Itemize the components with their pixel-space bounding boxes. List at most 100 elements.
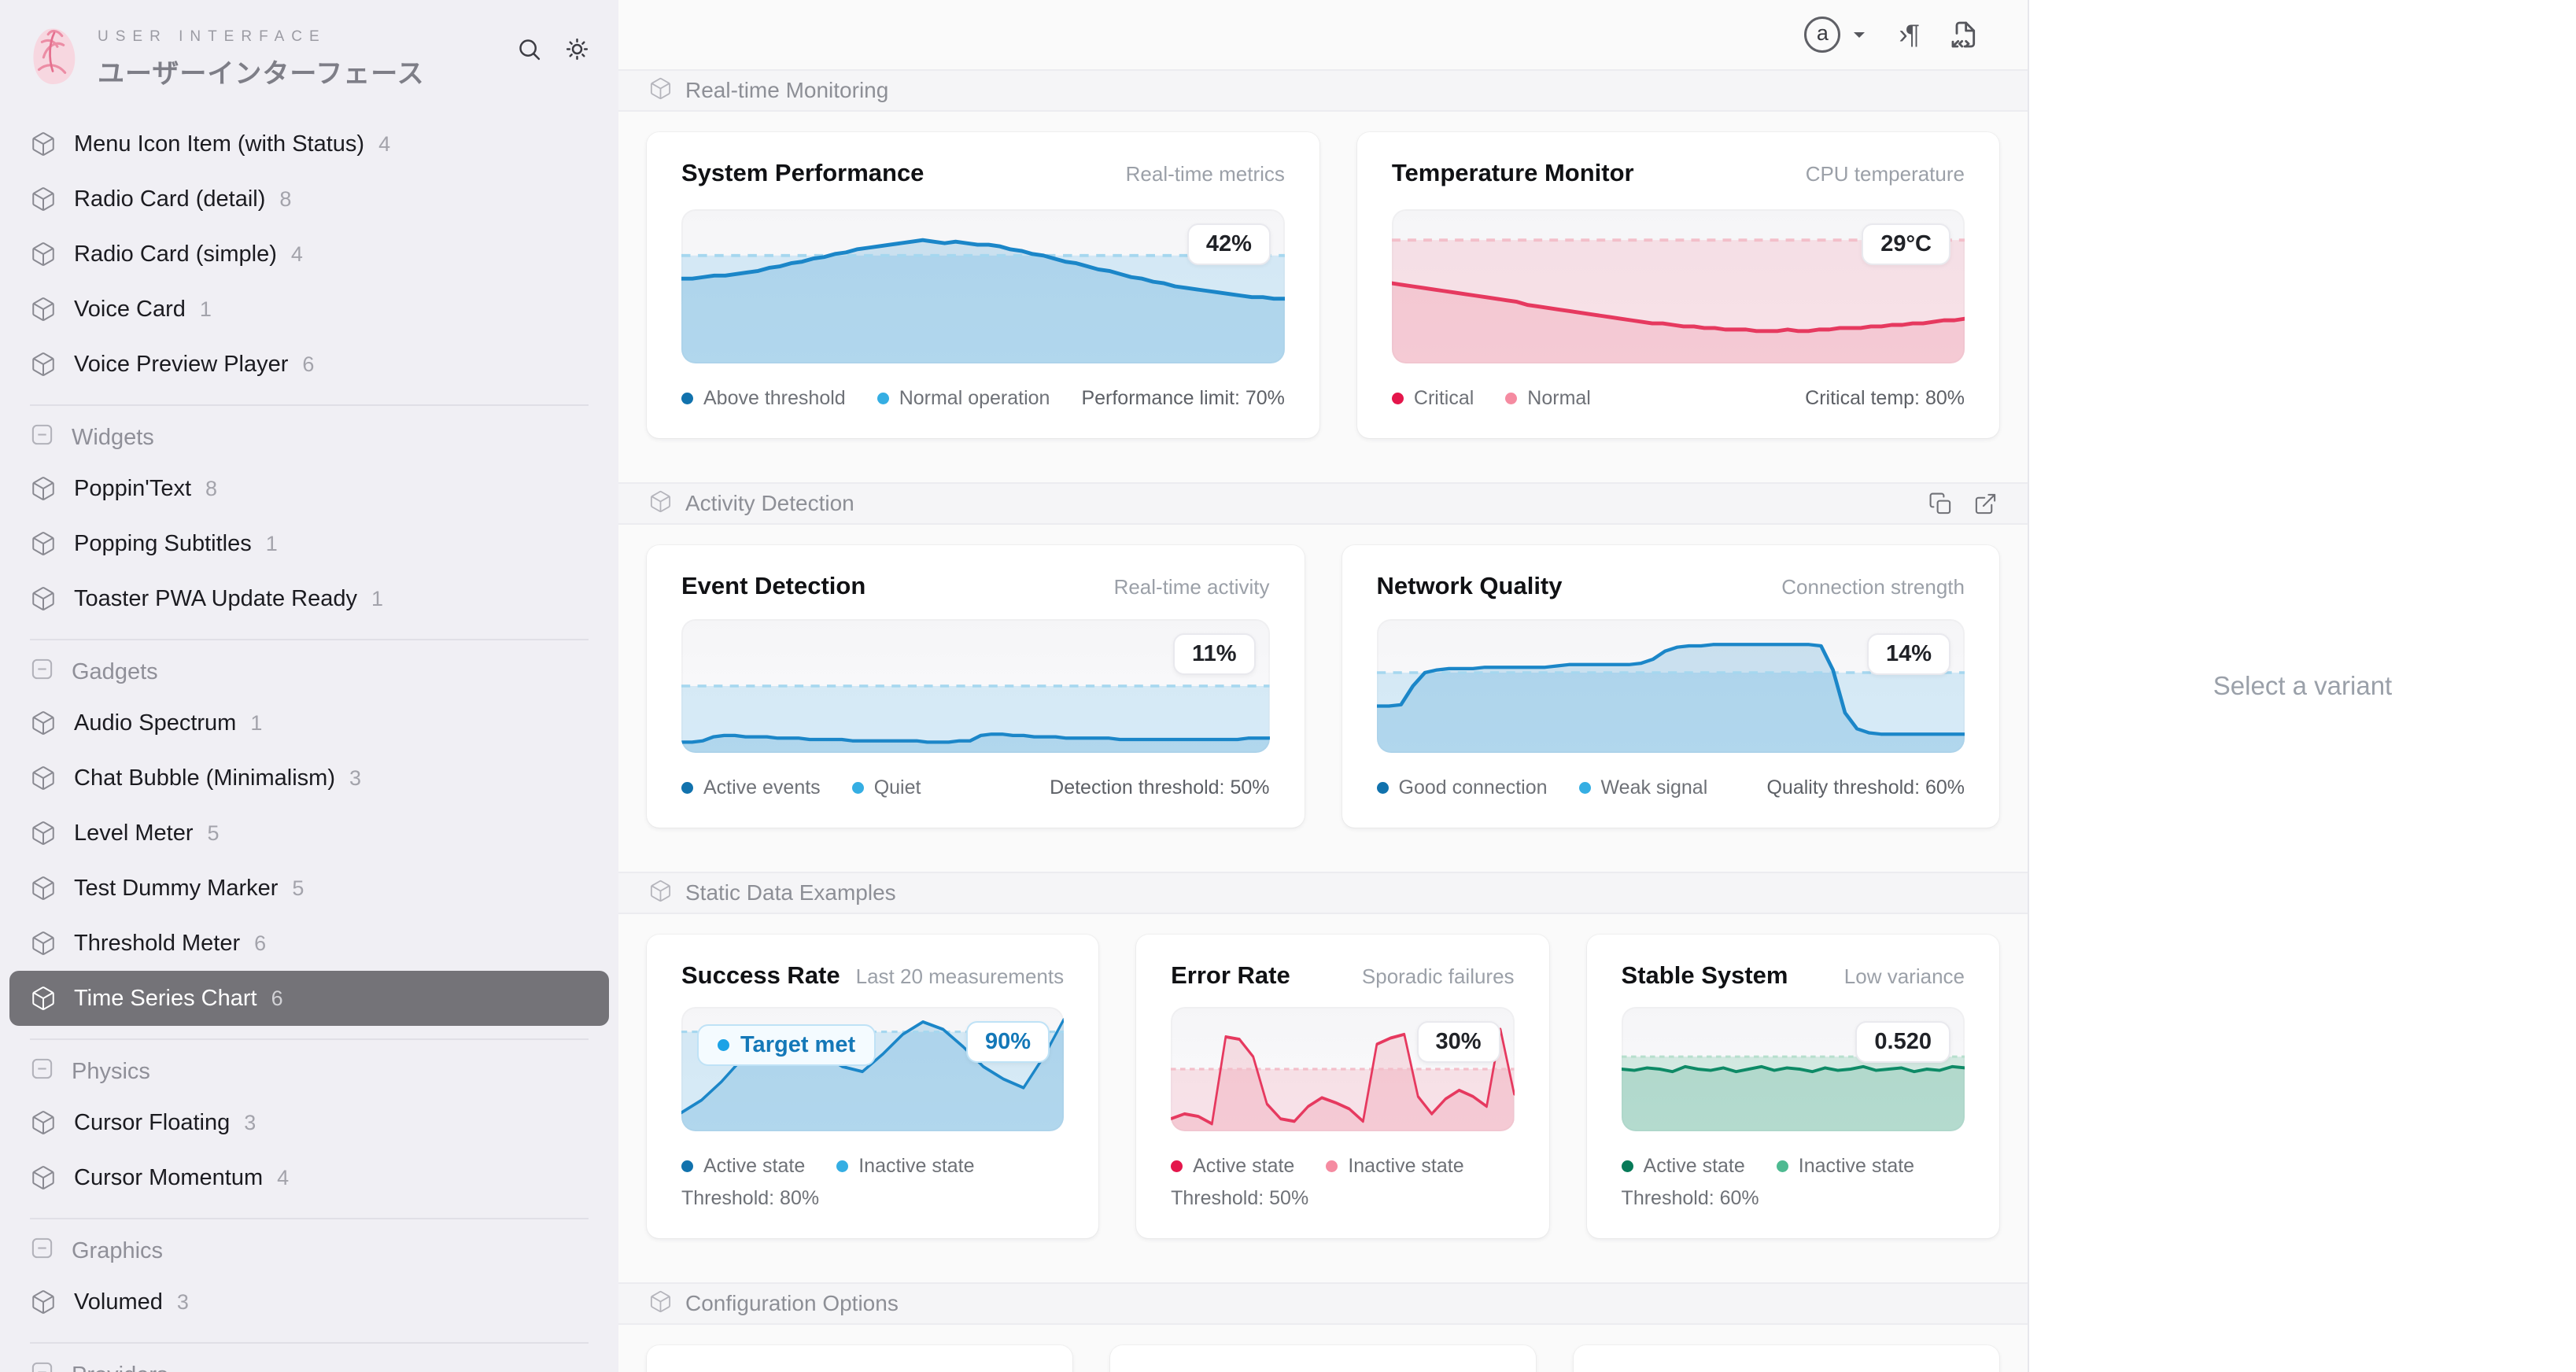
sidebar-section-widgets[interactable]: Widgets: [9, 414, 609, 461]
legend-dot: [1505, 393, 1517, 404]
collapse-icon: [30, 1360, 54, 1372]
sidebar-item-cursor-floating[interactable]: Cursor Floating3: [9, 1095, 609, 1150]
theme-toggle-button[interactable]: [564, 36, 590, 62]
search-button[interactable]: [516, 36, 542, 62]
legend-dot: [1326, 1160, 1338, 1172]
main-content: a ›¶ Real-time MonitoringSystem Performa…: [618, 0, 2028, 1372]
cube-icon: [30, 1289, 57, 1315]
legend-dot: [836, 1160, 848, 1172]
card-stable-system: Stable SystemLow variance0.520Active sta…: [1587, 935, 1999, 1238]
sidebar-item-threshold-meter[interactable]: Threshold Meter6: [9, 916, 609, 971]
sidebar-item-time-series-chart[interactable]: Time Series Chart6: [9, 971, 609, 1026]
sidebar-section-graphics[interactable]: Graphics: [9, 1227, 609, 1274]
chart-network-quality[interactable]: 14%: [1377, 619, 1965, 753]
sidebar-item-volumed[interactable]: Volumed3: [9, 1274, 609, 1330]
value-badge: 90%: [966, 1021, 1050, 1063]
sidebar-section-gadgets[interactable]: Gadgets: [9, 648, 609, 695]
cube-icon-wrap: [30, 820, 57, 846]
cube-icon: [30, 351, 57, 378]
cube-icon: [648, 76, 673, 101]
chart-stable-system[interactable]: 0.520: [1622, 1007, 1965, 1131]
sidebar-item-toaster-pwa-update-ready[interactable]: Toaster PWA Update Ready1: [9, 571, 609, 626]
card-header: Error RateSporadic failures: [1171, 961, 1514, 990]
sidebar-item-menu-icon-item-with-status[interactable]: Menu Icon Item (with Status)4: [9, 116, 609, 172]
sidebar-item-voice-card[interactable]: Voice Card1: [9, 282, 609, 337]
cube-icon-wrap: [30, 985, 57, 1012]
sidebar-item-audio-spectrum[interactable]: Audio Spectrum1: [9, 695, 609, 751]
sidebar-item-label: Cursor Momentum: [74, 1165, 263, 1191]
cube-icon-wrap: [30, 875, 57, 902]
cube-icon: [30, 131, 57, 157]
legend-item: Normal operation: [877, 387, 1050, 410]
collapse-button[interactable]: [30, 1360, 54, 1372]
stories-container: Real-time MonitoringSystem PerformanceRe…: [618, 69, 2028, 1372]
card-title: Error Rate: [1171, 961, 1290, 990]
chart-event-detection[interactable]: 11%: [681, 619, 1270, 753]
export-source-button[interactable]: [1949, 19, 1980, 50]
legend-row: CriticalNormalCritical temp: 80%: [1392, 387, 1965, 410]
legend-label: Critical: [1414, 387, 1474, 410]
sidebar-item-level-meter[interactable]: Level Meter5: [9, 806, 609, 861]
chart-temperature-monitor[interactable]: 29°C: [1392, 209, 1965, 363]
sidebar-item-chat-bubble-minimalism[interactable]: Chat Bubble (Minimalism)3: [9, 751, 609, 806]
sidebar-header-tools: [516, 36, 590, 62]
search-icon: [516, 36, 542, 62]
sidebar-item-poppin-text[interactable]: Poppin'Text8: [9, 461, 609, 516]
cube-icon: [30, 710, 57, 736]
collapse-icon: [30, 657, 54, 681]
cube-icon-wrap: [30, 186, 57, 212]
legend-label: Quiet: [874, 776, 921, 799]
file-code-icon: [1949, 19, 1980, 50]
card-network-quality: Network QualityConnection strength14%Goo…: [1342, 545, 2000, 828]
sidebar-section-providers[interactable]: Providers: [9, 1352, 609, 1372]
legend-item: Active state: [1171, 1155, 1294, 1178]
cube-icon-wrap: [648, 1289, 673, 1318]
sidebar-item-radio-card-detail[interactable]: Radio Card (detail)8: [9, 172, 609, 227]
card-header: System PerformanceReal-time metrics: [681, 159, 1285, 187]
threshold-note: Threshold: 60%: [1622, 1187, 1965, 1210]
cube-icon-wrap: [30, 1164, 57, 1191]
value-badge: 11%: [1173, 633, 1255, 675]
cube-icon: [648, 489, 673, 514]
collapse-button[interactable]: [30, 1057, 54, 1087]
legend-dot: [877, 393, 889, 404]
section-header-configuration-options: Configuration Options: [618, 1282, 2028, 1325]
legend-item: Active events: [681, 776, 821, 799]
legend-row: Active stateInactive state: [1171, 1155, 1514, 1178]
sidebar-item-cursor-momentum[interactable]: Cursor Momentum4: [9, 1150, 609, 1205]
sidebar-item-label: Audio Spectrum: [74, 710, 236, 736]
sidebar-item-radio-card-simple[interactable]: Radio Card (simple)4: [9, 227, 609, 282]
card-header: Stable SystemLow variance: [1622, 961, 1965, 990]
sidebar-item-label: Radio Card (detail): [74, 186, 265, 212]
legend-label: Active state: [703, 1155, 805, 1178]
sidebar-item-voice-preview-player[interactable]: Voice Preview Player6: [9, 337, 609, 392]
language-selector[interactable]: a: [1804, 17, 1867, 53]
chart-system-performance[interactable]: 42%: [681, 209, 1285, 363]
collapse-button[interactable]: [30, 1236, 54, 1267]
legend-dot: [852, 782, 864, 794]
pill-label: Target met: [740, 1032, 855, 1058]
external-link-icon: [1973, 492, 1998, 516]
legend-label: Weak signal: [1601, 776, 1708, 799]
cube-icon-wrap: [30, 131, 57, 157]
open-story-button[interactable]: [1973, 492, 1998, 516]
cube-icon: [30, 930, 57, 957]
legend-dot: [1579, 782, 1591, 794]
legend-dot: [1377, 782, 1389, 794]
card-success-rate: Success RateLast 20 measurementsTarget m…: [647, 935, 1098, 1238]
text-direction-button[interactable]: ›¶: [1899, 20, 1917, 50]
chart-error-rate[interactable]: 30%: [1171, 1007, 1514, 1131]
legend-label: Normal operation: [899, 387, 1050, 410]
card-title: Stable System: [1622, 961, 1788, 990]
copy-source-button[interactable]: [1928, 492, 1953, 516]
sidebar-item-test-dummy-marker[interactable]: Test Dummy Marker5: [9, 861, 609, 916]
cube-icon: [30, 585, 57, 612]
chart-success-rate[interactable]: Target met 90%: [681, 1007, 1064, 1131]
cube-icon: [648, 879, 673, 903]
collapse-button[interactable]: [30, 422, 54, 453]
collapse-button[interactable]: [30, 657, 54, 688]
sidebar-item-popping-subtitles[interactable]: Popping Subtitles1: [9, 516, 609, 571]
brand-title: ユーザーインターフェース: [98, 52, 425, 90]
sidebar-section-physics[interactable]: Physics: [9, 1048, 609, 1095]
sidebar-item-count: 6: [254, 931, 266, 956]
